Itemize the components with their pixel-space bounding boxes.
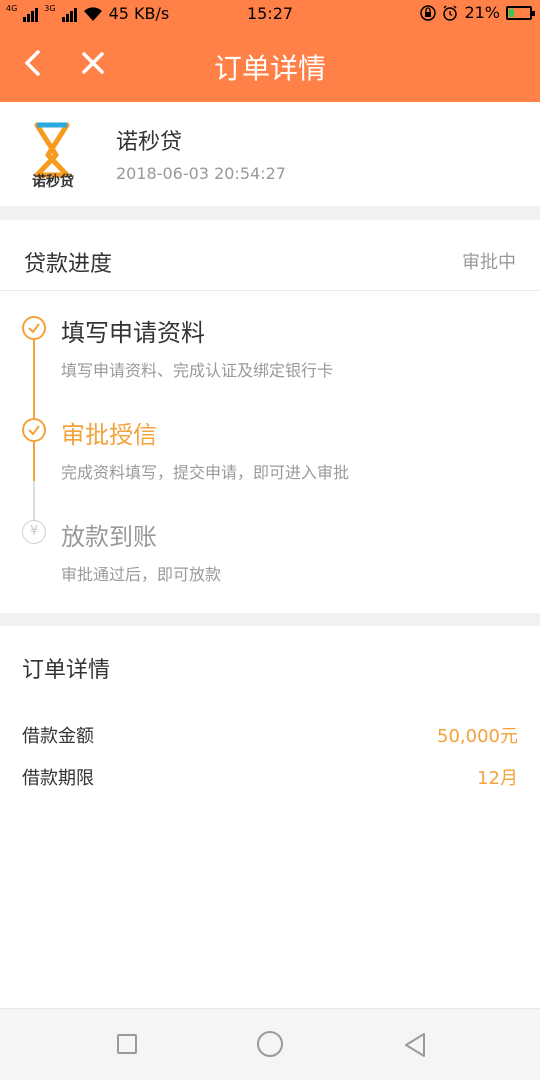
loan-amount-label: 借款金额 — [22, 726, 94, 747]
alarm-icon — [443, 4, 458, 21]
details-title: 订单详情 — [22, 658, 111, 683]
page-title: 订单详情 — [213, 52, 326, 85]
step-desc: 填写申请资料、完成认证及绑定银行卡 — [61, 361, 334, 380]
home-icon[interactable] — [257, 1031, 283, 1057]
merchant-card: 诺秒贷 诺秒贷 2018-06-03 20:54:27 — [0, 102, 540, 206]
progress-status: 审批中 — [462, 252, 516, 273]
order-time: 2018-06-03 20:54:27 — [116, 164, 286, 183]
step-desc: 完成资料填写，提交申请，即可进入审批 — [61, 463, 350, 482]
timeline-line-done — [33, 442, 35, 481]
timeline-line-pending — [33, 481, 35, 521]
check-icon — [22, 418, 46, 442]
yen-icon: ¥ — [22, 520, 46, 544]
loan-amount-value: 50,000元 — [437, 726, 518, 747]
loan-term-value: 12月 — [477, 768, 518, 789]
check-icon — [22, 316, 46, 340]
step-title-pending: 放款到账 — [61, 523, 157, 551]
back-triangle-icon[interactable] — [402, 1031, 428, 1059]
recent-apps-icon[interactable] — [117, 1034, 137, 1054]
divider — [0, 290, 540, 291]
merchant-name: 诺秒贷 — [116, 130, 183, 155]
logo-text: 诺秒贷 — [32, 173, 74, 188]
step-title-current: 审批授信 — [61, 421, 157, 449]
order-details-card: 订单详情 借款金额 50,000元 借款期限 12月 — [0, 626, 540, 1008]
step-title: 填写申请资料 — [61, 319, 205, 347]
loan-term-label: 借款期限 — [22, 768, 94, 789]
merchant-logo: 诺秒贷 — [32, 122, 74, 188]
app-header: 订单详情 — [0, 28, 540, 102]
lock-icon — [420, 4, 437, 21]
system-nav-bar — [0, 1008, 540, 1080]
battery-percent: 21% — [464, 3, 500, 22]
battery-icon — [506, 5, 535, 20]
step-desc: 审批通过后，即可放款 — [61, 565, 222, 584]
timeline-line-done — [33, 340, 35, 421]
progress-title: 贷款进度 — [24, 252, 113, 277]
loan-progress-card: 贷款进度 审批中 填写申请资料 填写申请资料、完成认证及绑定银行卡 审批授信 完… — [0, 220, 540, 613]
status-bar: 4G 3G 45 KB/s 15:27 21% — [0, 0, 540, 28]
